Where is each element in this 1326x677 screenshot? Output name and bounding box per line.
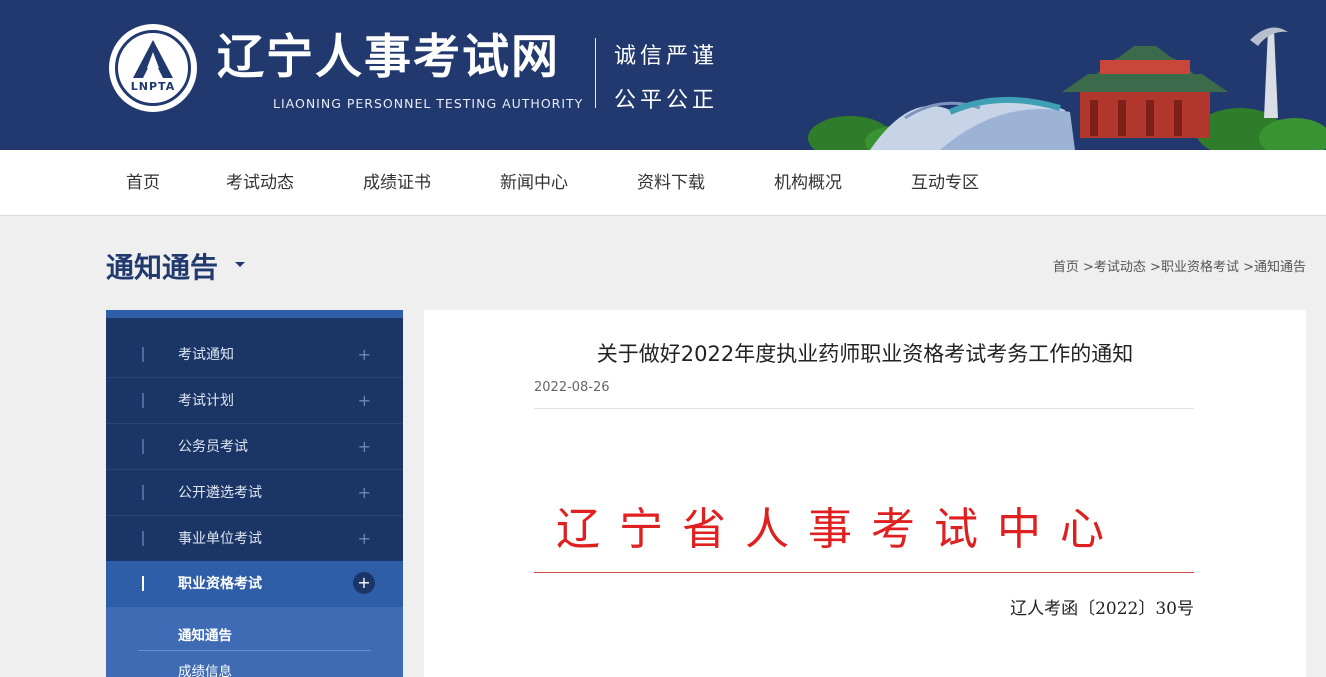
sidebar-item-marker [142,531,144,546]
article-date: 2022-08-26 [534,380,610,395]
caret-down-icon[interactable] [235,262,245,267]
nav-item-scores-certificates[interactable]: 成绩证书 [363,150,431,216]
plus-icon[interactable]: + [358,470,371,516]
breadcrumb-qualification[interactable]: 职业资格考试 [1161,260,1239,275]
sidebar-item-label: 职业资格考试 [178,576,262,592]
sidebar-item-marker [142,439,144,454]
sidebar-item-public-institution[interactable]: 事业单位考试 + [106,516,403,562]
breadcrumb-sep: > [1145,260,1161,275]
sidebar-item-exam-notice[interactable]: 考试通知 + [106,332,403,378]
article-panel: 关于做好2022年度执业药师职业资格考试考务工作的通知 2022-08-26 辽… [424,310,1306,677]
nav-item-about[interactable]: 机构概况 [774,150,842,216]
nav-item-exam-news[interactable]: 考试动态 [226,150,294,216]
sidebar-item-marker [142,393,144,408]
article-divider [534,408,1194,409]
nav-item-downloads[interactable]: 资料下载 [637,150,705,216]
sidebar-item-marker [142,347,144,362]
sidebar-item-exam-plan[interactable]: 考试计划 + [106,378,403,424]
sidebar-item-marker [142,485,144,500]
sidebar-item-civil-servant[interactable]: 公务员考试 + [106,424,403,470]
logo-emblem-icon [133,40,173,78]
article-title: 关于做好2022年度执业药师职业资格考试考务工作的通知 [596,342,1134,366]
plus-icon[interactable]: + [358,516,371,562]
breadcrumb-exam-news[interactable]: 考试动态 [1094,260,1146,275]
sidebar-item-marker [142,576,144,591]
breadcrumb-sep: > [1078,260,1094,275]
landmarks-illustration [808,27,1326,150]
sidebar-item-label: 考试通知 [178,347,234,363]
sidebar-item-label: 公务员考试 [178,439,248,455]
sidebar-item-label: 事业单位考试 [178,531,262,547]
document-red-rule [534,572,1194,573]
document-number: 辽人考函〔2022〕30号 [1010,599,1194,619]
site-logo[interactable]: LNPTA [109,24,197,112]
plus-icon[interactable]: + [358,378,371,424]
page-title: 通知通告 [106,251,219,284]
subnav-item-scores[interactable]: 成绩信息 [178,660,232,677]
nav-item-interaction[interactable]: 互动专区 [911,150,979,216]
breadcrumb: 首页 >考试动态 >职业资格考试 >通知通告 [1053,256,1306,275]
plus-icon[interactable]: + [358,332,371,378]
document-red-header: 辽宁省人事考试中心 [556,504,1123,555]
sidebar-item-label: 公开遴选考试 [178,485,262,501]
sidebar-item-open-selection[interactable]: 公开遴选考试 + [106,470,403,516]
logo-abbr: LNPTA [130,80,176,93]
subnav-divider [138,650,371,651]
subnav-item-notices[interactable]: 通知通告 [178,624,232,644]
site-header: LNPTA 辽宁人事考试网 LIAONING PERSONNEL TESTING… [0,0,1326,150]
slogan-line1: 诚信严谨 [614,44,719,69]
slogan-line2: 公平公正 [614,88,719,113]
site-title[interactable]: 辽宁人事考试网 [217,28,560,88]
breadcrumb-notices[interactable]: 通知通告 [1254,260,1306,275]
nav-item-news-center[interactable]: 新闻中心 [500,150,568,216]
sidebar-item-qualification[interactable]: 职业资格考试 + [106,561,403,607]
sidebar-subnav: 通知通告 成绩信息 [106,607,403,677]
plus-circle-icon[interactable]: + [353,572,375,594]
sidebar-topbar [106,310,403,318]
breadcrumb-sep: > [1238,260,1254,275]
nav-item-home[interactable]: 首页 [126,150,160,216]
sidebar-item-label: 考试计划 [178,393,234,409]
site-subtitle: LIAONING PERSONNEL TESTING AUTHORITY [273,96,584,111]
plus-icon[interactable]: + [358,424,371,470]
main-nav: 首页 考试动态 成绩证书 新闻中心 资料下载 机构概况 互动专区 [0,150,1326,216]
sidebar: 考试通知 + 考试计划 + 公务员考试 + 公开遴选考试 + 事业单位考试 + … [106,310,403,677]
header-divider [595,38,596,108]
breadcrumb-home[interactable]: 首页 [1053,260,1079,275]
